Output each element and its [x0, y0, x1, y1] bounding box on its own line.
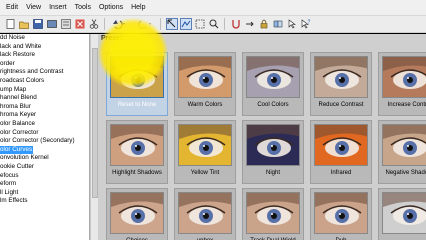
lock-envelopes-icon[interactable]: [258, 18, 270, 30]
menu-insert[interactable]: Insert: [45, 4, 71, 11]
preset-thumbnail: [110, 56, 164, 98]
preset-thumbnail: [246, 192, 300, 234]
menu-options[interactable]: Options: [95, 4, 127, 11]
preset-tile[interactable]: Reduce Contrast: [310, 52, 372, 116]
preset-tile[interactable]: Highlight Shadows: [106, 120, 168, 184]
fx-list-item[interactable]: roadcast Colors: [0, 77, 89, 86]
preset-tile[interactable]: Reset to None: [106, 52, 168, 116]
preset-thumbnail: [110, 192, 164, 234]
preset-thumbnail: [314, 124, 368, 166]
toolbar: ?: [0, 16, 426, 33]
preset-panel: Preset: Reset to None Warm Colors Cool Col…: [98, 34, 426, 240]
preset-tile[interactable]: unbox: [174, 188, 236, 240]
fx-list-item[interactable]: dd Noise: [0, 34, 89, 43]
render-icon[interactable]: [46, 18, 58, 30]
snapping-icon[interactable]: [230, 18, 242, 30]
preset-thumbnail: [178, 56, 232, 98]
preset-thumbnail: [178, 124, 232, 166]
preset-thumbnail: [382, 124, 426, 166]
preset-thumbnail: [314, 192, 368, 234]
preset-tile[interactable]: Infrared: [310, 120, 372, 184]
fx-list-item[interactable]: ump Map: [0, 86, 89, 95]
menu-edit[interactable]: Edit: [2, 4, 22, 11]
fx-list-item[interactable]: lack Restore: [0, 51, 89, 60]
fx-list-item[interactable]: hannel Blend: [0, 94, 89, 103]
redo-icon[interactable]: [136, 18, 154, 30]
preset-name: Infrared: [330, 170, 352, 176]
fx-list-item[interactable]: olor Corrector (Secondary): [0, 137, 89, 146]
fx-list-item[interactable]: onvolution Kernel: [0, 154, 89, 163]
fx-list-item[interactable]: order: [0, 60, 89, 69]
selection-tool-icon[interactable]: [194, 18, 206, 30]
preset-tile[interactable]: Track Dual Wield: [242, 188, 304, 240]
menu-bar: Edit View Insert Tools Options Help: [0, 0, 426, 16]
toolbar-divider: [104, 18, 105, 30]
menu-tools[interactable]: Tools: [71, 4, 95, 11]
preset-name: Night: [265, 170, 280, 176]
preset-name: Cool Colors: [257, 102, 289, 108]
preset-tile[interactable]: Increase Contra: [378, 52, 426, 116]
preset-tile[interactable]: Cool Colors: [242, 52, 304, 116]
preset-thumbnail: [382, 56, 426, 98]
fx-list-item[interactable]: olor Corrector: [0, 129, 89, 138]
fx-list-item[interactable]: rightness and Contrast: [0, 68, 89, 77]
fx-list-item[interactable]: ookie Cutter: [0, 163, 89, 172]
zoom-tool-icon[interactable]: [208, 18, 220, 30]
fx-list-item[interactable]: eform: [0, 180, 89, 189]
fx-list-item[interactable]: ll Light: [0, 189, 89, 198]
cut-icon[interactable]: [88, 18, 100, 30]
preset-tile[interactable]: [378, 188, 426, 240]
toolbar-divider: [224, 18, 225, 30]
help-pointer-icon[interactable]: [286, 18, 298, 30]
preset-tile[interactable]: Yellow Tint: [174, 120, 236, 184]
preset-thumbnail: [246, 56, 300, 98]
fx-list-item[interactable]: hroma Keyer: [0, 111, 89, 120]
preset-name: Negative Shadow: [385, 170, 426, 176]
normal-edit-tool-icon[interactable]: [166, 18, 178, 30]
ignore-grouping-icon[interactable]: [272, 18, 284, 30]
preset-name: Yellow Tint: [190, 170, 220, 176]
fx-list-item[interactable]: olor Curves: [0, 145, 33, 155]
auto-ripple-icon[interactable]: [244, 18, 256, 30]
preset-name: Warm Colors: [187, 102, 223, 108]
preset-tile[interactable]: Negative Shadow: [378, 120, 426, 184]
preset-name: Highlight Shadows: [112, 170, 162, 176]
preset-name: Increase Contra: [387, 102, 426, 108]
new-file-icon[interactable]: [4, 18, 16, 30]
preset-tile[interactable]: Choices: [106, 188, 168, 240]
preset-tile[interactable]: Dub: [310, 188, 372, 240]
properties-icon[interactable]: [60, 18, 72, 30]
preset-name: Reset to None: [117, 102, 157, 108]
video-fx-list: dd Noise lack and White lack Restore order r…: [0, 34, 90, 240]
preset-thumbnail: [314, 56, 368, 98]
svg-text:?: ?: [308, 20, 311, 26]
fx-list-scrollbar[interactable]: [90, 34, 98, 240]
fx-list-item[interactable]: lack and White: [0, 43, 89, 52]
whats-this-help-icon[interactable]: ?: [300, 18, 312, 30]
fx-list-item[interactable]: olor Balance: [0, 120, 89, 129]
envelope-tool-icon[interactable]: [180, 18, 192, 30]
preset-tile[interactable]: Warm Colors: [174, 52, 236, 116]
toolbar-divider: [160, 18, 161, 30]
undo-icon[interactable]: [110, 18, 128, 30]
fx-list-item[interactable]: efocus: [0, 172, 89, 181]
preset-thumbnail: [246, 124, 300, 166]
preset-name: Reduce Contrast: [318, 102, 364, 108]
open-folder-icon[interactable]: [18, 18, 30, 30]
menu-help[interactable]: Help: [127, 4, 149, 11]
save-icon[interactable]: [32, 18, 44, 30]
fx-list-item[interactable]: hroma Blur: [0, 103, 89, 112]
menu-view[interactable]: View: [22, 4, 45, 11]
preset-label: Preset:: [101, 35, 125, 42]
preset-thumbnail: [178, 192, 232, 234]
preset-thumbnail: [110, 124, 164, 166]
preset-tile[interactable]: Night: [242, 120, 304, 184]
close-icon[interactable]: [74, 18, 86, 30]
preset-thumbnail: [382, 192, 426, 234]
fx-list-item[interactable]: lm Effects: [0, 197, 89, 206]
